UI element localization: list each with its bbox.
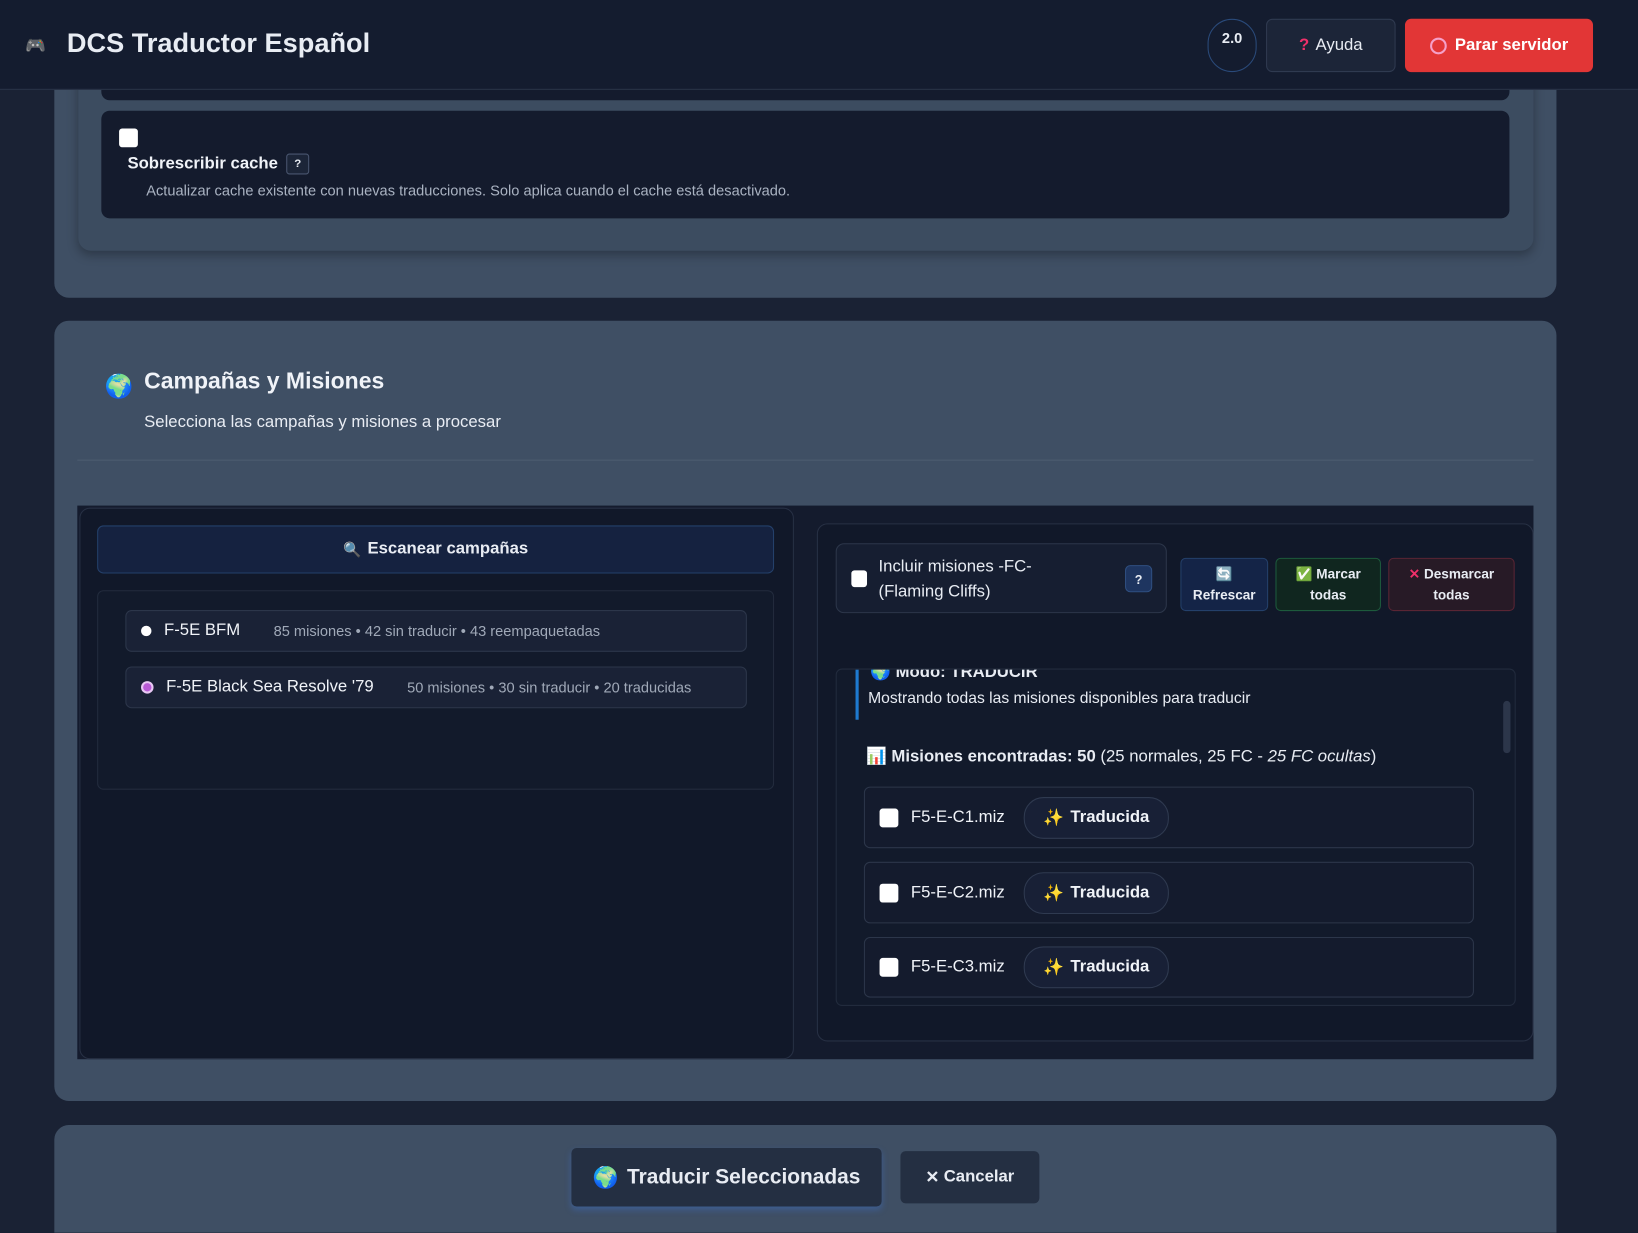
overwrite-cache-option: Sobrescribir cache? Actualizar cache exi… <box>101 110 1510 219</box>
help-button[interactable]: ? Ayuda <box>1266 18 1396 73</box>
help-label: Ayuda <box>1315 36 1363 54</box>
campaign-item[interactable]: F-5E BFM 85 misiones • 42 sin traducir • … <box>125 610 747 652</box>
x-icon: ✕ <box>1408 566 1421 582</box>
mission-checkbox[interactable] <box>879 957 899 977</box>
status-text: Traducida <box>1070 883 1150 901</box>
scan-label: Escanear campañas <box>367 540 529 558</box>
campaign-meta: 85 misiones • 42 sin traducir • 43 reemp… <box>273 622 601 640</box>
scrollbar[interactable] <box>1503 700 1511 754</box>
campaign-name: F-5E Black Sea Resolve '79 <box>166 677 374 696</box>
status-badge: ✨ Traducida <box>1023 871 1170 914</box>
cancel-label: Cancelar <box>943 1167 1015 1186</box>
mission-file: F5-E-C1.miz <box>910 807 1005 826</box>
mark-all-button[interactable]: ✅ Marcar todas <box>1275 557 1381 612</box>
stop-server-button[interactable]: Parar servidor <box>1404 18 1594 73</box>
mission-file: F5-E-C3.miz <box>910 957 1005 976</box>
mission-item[interactable]: F5-E-C1.miz ✨ Traducida <box>863 786 1474 849</box>
campaign-item-selected[interactable]: F-5E Black Sea Resolve '79 50 misiones • … <box>125 666 747 709</box>
fc-label: Incluir misiones -FC- <box>878 557 1032 576</box>
include-fc-option[interactable]: Incluir misiones -FC- (Flaming Cliffs) ? <box>835 543 1167 614</box>
campaign-name: F-5E BFM <box>164 621 241 640</box>
gamepad-icon: 🎮 <box>25 37 46 56</box>
status-text: Traducida <box>1070 807 1150 826</box>
campaign-meta: 50 misiones • 30 sin traducir • 20 tradu… <box>407 678 692 696</box>
mode-title: 🌍 Modo: TRADUCIR <box>870 668 1038 683</box>
found-close: ) <box>1370 747 1377 766</box>
sparkles-icon: ✨ <box>1043 809 1065 827</box>
mark-label-2: todas <box>1310 587 1347 603</box>
globe-icon: 🌍 <box>592 1166 619 1190</box>
found-label: Misiones encontradas: 50 <box>891 747 1096 766</box>
cancel-button[interactable]: ✕ Cancelar <box>900 1151 1040 1204</box>
mission-file: F5-E-C2.miz <box>910 883 1005 901</box>
overwrite-cache-label: Sobrescribir cache <box>127 154 278 173</box>
mode-title-text: Modo: TRADUCIR <box>895 668 1038 682</box>
refresh-button[interactable]: 🔄 Refrescar <box>1180 557 1269 612</box>
mode-description: Mostrando todas las misiones disponibles… <box>868 689 1251 708</box>
version-badge: 2.0 <box>1207 18 1257 73</box>
scan-campaigns-button[interactable]: 🔍 Escanear campañas <box>97 525 775 574</box>
fc-label-2: (Flaming Cliffs) <box>878 582 991 601</box>
translate-selected-button[interactable]: 🌍 Traducir Seleccionadas <box>571 1148 882 1207</box>
divider <box>77 459 1534 461</box>
unmark-all-button[interactable]: ✕ Desmarcar todas <box>1388 557 1515 612</box>
app-header: 🎮 DCS Traductor Español 2.0 ? Ayuda Parar… <box>0 0 1638 90</box>
translate-label: Traducir Seleccionadas <box>627 1165 861 1189</box>
mission-checkbox[interactable] <box>879 883 899 903</box>
mission-checkbox[interactable] <box>879 807 899 827</box>
status-badge: ✨ Traducida <box>1023 946 1170 989</box>
chart-icon: 📊 <box>865 747 887 766</box>
status-badge: ✨ Traducida <box>1023 796 1170 839</box>
refresh-icon: 🔄 <box>1215 566 1233 582</box>
status-text: Traducida <box>1070 957 1150 976</box>
unmark-label-2: todas <box>1433 587 1470 603</box>
help-button[interactable]: ? <box>286 153 310 175</box>
search-icon: 🔍 <box>342 540 362 558</box>
sparkles-icon: ✨ <box>1043 958 1065 977</box>
refresh-label: Refrescar <box>1192 587 1256 603</box>
section-title: Campañas y Misiones <box>144 367 385 394</box>
radio-button[interactable] <box>141 625 152 637</box>
mark-label: Marcar <box>1316 566 1361 582</box>
section-subtitle: Selecciona las campañas y misiones a pro… <box>144 413 501 432</box>
include-fc-checkbox[interactable] <box>851 570 868 588</box>
overwrite-cache-description: Actualizar cache existente con nuevas tr… <box>146 181 791 199</box>
missions-found: 📊 Misiones encontradas: 50 (25 normales,… <box>866 746 1376 767</box>
found-hidden: 25 FC ocultas <box>1267 747 1371 766</box>
sparkles-icon: ✨ <box>1043 884 1065 903</box>
mission-item[interactable]: F5-E-C2.miz ✨ Traducida <box>863 861 1474 924</box>
stop-icon <box>1429 37 1447 54</box>
mode-bar <box>855 669 859 720</box>
stop-label: Parar servidor <box>1454 36 1569 54</box>
radio-button-selected[interactable] <box>141 681 154 694</box>
close-icon: ✕ <box>925 1168 940 1187</box>
app-title: DCS Traductor Español <box>66 27 371 59</box>
mission-item[interactable]: F5-E-C3.miz ✨ Traducida <box>863 937 1474 998</box>
fc-help-button[interactable]: ? <box>1125 565 1153 593</box>
unmark-label: Desmarcar <box>1423 566 1495 582</box>
globe-icon: 🌍 <box>104 372 134 400</box>
question-icon: ? <box>1299 36 1310 54</box>
found-detail: (25 normales, 25 FC - <box>1095 747 1268 766</box>
globe-icon: 🌍 <box>870 668 891 682</box>
overwrite-cache-checkbox[interactable] <box>119 128 138 148</box>
check-icon: ✅ <box>1295 566 1313 582</box>
